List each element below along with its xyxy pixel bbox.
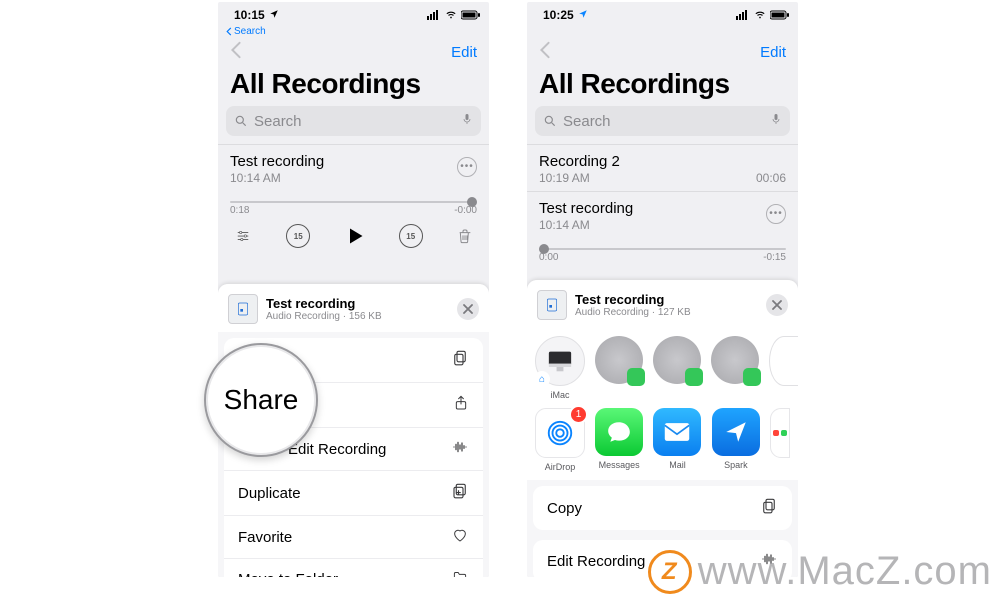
airdrop-suggestions: ⌂ iMac <box>527 328 798 404</box>
recording-item-2[interactable]: Recording 2 10:19 AM 00:06 <box>527 145 798 191</box>
dictation-icon[interactable] <box>461 111 473 132</box>
recording-time: 10:14 AM <box>539 218 590 232</box>
back-chevron-icon[interactable] <box>539 41 551 64</box>
back-chevron-icon[interactable] <box>230 41 242 64</box>
status-time: 10:15 <box>234 8 265 22</box>
share-sheet: Test recording Audio Recording · 127 KB … <box>527 280 798 577</box>
imac-icon <box>546 349 574 373</box>
menu-move[interactable]: Move to Folder <box>224 558 483 577</box>
more-icon[interactable]: ••• <box>766 204 786 224</box>
nav-bar: Edit <box>218 38 489 66</box>
app-more[interactable] <box>770 408 790 472</box>
recording-title: Test recording <box>230 153 477 170</box>
trash-icon[interactable] <box>457 227 473 245</box>
battery-icon <box>770 10 790 20</box>
recording-item[interactable]: ••• Test recording 10:14 AM <box>218 145 489 191</box>
airdrop-badge: 1 <box>569 405 588 424</box>
share-actions: Copy <box>533 486 792 530</box>
search-input[interactable]: Search <box>535 106 790 136</box>
sheet-subtitle: Audio Recording · 156 KB <box>266 311 382 322</box>
sheet-header: Test recording Audio Recording · 156 KB <box>218 284 489 332</box>
search-input[interactable]: Search <box>226 106 481 136</box>
location-active-icon <box>578 8 588 22</box>
left-screenshot: 10:15 Search Edit All Recordings S <box>218 2 489 577</box>
watermark-logo: Z <box>648 550 692 594</box>
recording-duration: 00:06 <box>756 171 786 185</box>
search-placeholder: Search <box>254 113 461 130</box>
share-callout-magnifier: Share <box>204 343 318 457</box>
app-spark[interactable]: Spark <box>712 408 760 472</box>
search-icon <box>543 114 557 128</box>
suggestion-contact[interactable] <box>769 336 798 400</box>
recording-item-1[interactable]: ••• Test recording 10:14 AM <box>527 192 798 238</box>
suggestion-contact[interactable] <box>653 336 701 400</box>
airdrop-icon <box>545 418 575 448</box>
status-time: 10:25 <box>543 8 574 22</box>
scrubber[interactable]: 0:18 -0:00 <box>230 201 477 216</box>
right-screenshot: 10:25 Edit All Recordings Search Recordi… <box>527 2 798 577</box>
transport-controls: 15 15 <box>218 218 489 258</box>
home-badge-icon: ⌂ <box>534 371 550 387</box>
recording-time: 10:14 AM <box>230 171 281 185</box>
menu-duplicate[interactable]: Duplicate <box>224 470 483 515</box>
edit-button[interactable]: Edit <box>451 44 477 61</box>
heart-icon <box>451 527 469 547</box>
location-icon <box>269 8 279 22</box>
waveform-icon <box>451 439 469 459</box>
suggestion-contact[interactable] <box>711 336 759 400</box>
close-button[interactable] <box>457 298 479 320</box>
page-title: All Recordings <box>539 68 730 99</box>
file-thumb-icon <box>537 290 567 320</box>
suggestion-imac[interactable]: ⌂ iMac <box>535 336 585 400</box>
page-title: All Recordings <box>230 68 421 99</box>
messages-icon <box>605 419 633 445</box>
close-button[interactable] <box>766 294 788 316</box>
back-to-app[interactable]: Search <box>218 24 489 38</box>
scrub-elapsed: 0:18 <box>230 205 249 216</box>
cellular-signal-icon <box>427 10 441 20</box>
cellular-signal-icon <box>736 10 750 20</box>
sheet-title: Test recording <box>266 296 382 311</box>
app-messages[interactable]: Messages <box>595 408 643 472</box>
share-icon <box>453 394 469 416</box>
folder-icon <box>451 570 469 577</box>
watermark: Z www.MacZ.com <box>648 549 992 594</box>
sheet-header: Test recording Audio Recording · 127 KB <box>527 280 798 328</box>
action-copy[interactable]: Copy <box>533 486 792 530</box>
battery-icon <box>461 10 481 20</box>
duplicate-icon <box>451 482 469 504</box>
more-icon[interactable]: ••• <box>457 157 477 177</box>
scrub-remaining: -0:15 <box>763 252 786 263</box>
skip-forward-button[interactable]: 15 <box>399 224 423 248</box>
nav-bar: Edit <box>527 38 798 66</box>
menu-favorite[interactable]: Favorite <box>224 515 483 558</box>
status-bar: 10:15 <box>218 2 489 24</box>
copy-icon <box>760 497 778 519</box>
mail-icon <box>663 422 691 442</box>
copy-icon <box>451 349 469 371</box>
edit-button[interactable]: Edit <box>760 44 786 61</box>
status-bar: 10:25 <box>527 2 798 24</box>
sheet-subtitle: Audio Recording · 127 KB <box>575 307 691 318</box>
share-apps: 1 AirDrop Messages Mail Spark <box>527 404 798 480</box>
spark-icon <box>723 419 749 445</box>
wifi-icon <box>444 10 458 20</box>
file-thumb-icon <box>228 294 258 324</box>
scrubber[interactable]: 0:00 -0:15 <box>539 248 786 263</box>
search-placeholder: Search <box>563 113 770 130</box>
app-mail[interactable]: Mail <box>653 408 701 472</box>
search-icon <box>234 114 248 128</box>
skip-back-button[interactable]: 15 <box>286 224 310 248</box>
options-icon[interactable] <box>234 229 252 243</box>
recording-time: 10:19 AM <box>539 171 590 185</box>
app-airdrop[interactable]: 1 AirDrop <box>535 408 585 472</box>
recording-title: Test recording <box>539 200 786 217</box>
recording-title: Recording 2 <box>539 153 786 170</box>
suggestion-contact[interactable] <box>595 336 643 400</box>
wifi-icon <box>753 10 767 20</box>
play-button[interactable] <box>345 225 365 247</box>
dictation-icon[interactable] <box>770 111 782 132</box>
sheet-title: Test recording <box>575 292 691 307</box>
